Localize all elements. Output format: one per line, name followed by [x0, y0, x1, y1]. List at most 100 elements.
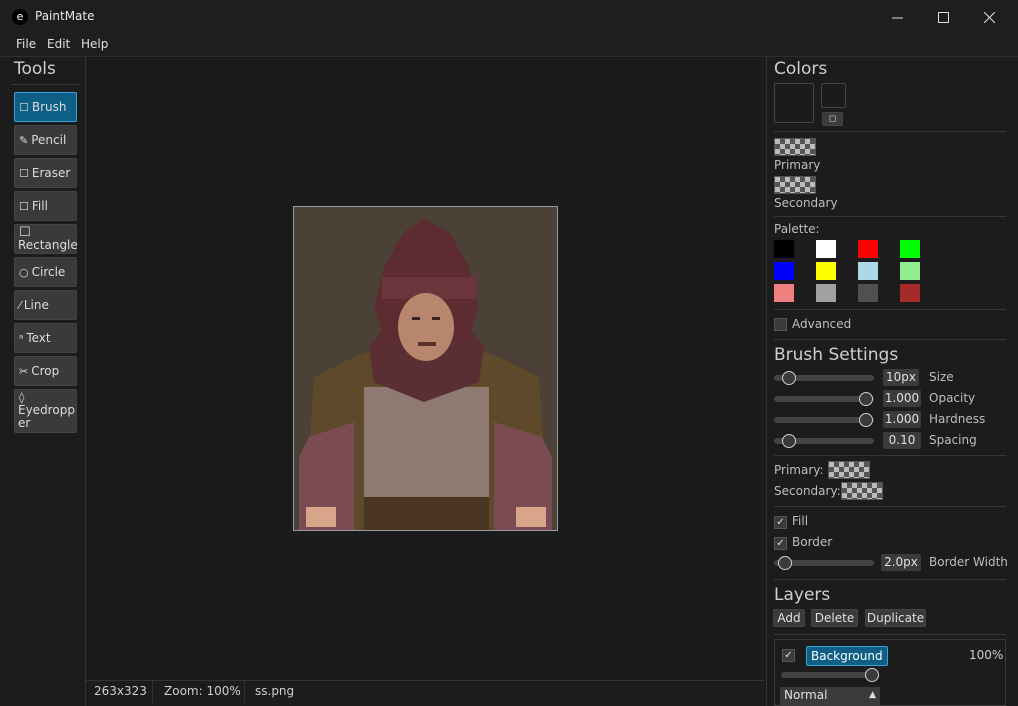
palette-swatch[interactable]: [774, 240, 794, 258]
border-width-value[interactable]: 2.0px: [881, 554, 921, 571]
delete-layer-button[interactable]: Delete: [811, 609, 858, 627]
add-layer-button[interactable]: Add: [773, 609, 805, 627]
layers-title: Layers: [774, 585, 831, 605]
opacity-slider-handle[interactable]: [859, 392, 873, 406]
tools-panel: Tools ☐ Brush ✎ Pencil ☐ Eraser ☐ Fill ☐ Rec…: [8, 57, 86, 706]
divider: [774, 216, 1006, 217]
palette-swatch[interactable]: [774, 284, 794, 302]
close-icon: [983, 11, 995, 23]
secondary-color-swatch[interactable]: [774, 176, 816, 194]
status-bar: 263x323 Zoom: 100% ss.png: [86, 680, 765, 703]
circle-icon: ○: [19, 266, 29, 279]
checkmark-icon: ✓: [784, 650, 793, 661]
scissors-icon: ✂: [19, 365, 29, 378]
palette-swatch[interactable]: [900, 262, 920, 280]
tool-rectangle-button[interactable]: ☐ Rectangle: [14, 224, 78, 254]
menu-bar: File Edit Help: [0, 34, 1018, 57]
palette-swatch[interactable]: [774, 262, 794, 280]
menu-file[interactable]: File: [16, 37, 36, 51]
blend-mode-select[interactable]: Normal ▲: [780, 687, 880, 705]
advanced-checkbox[interactable]: [774, 318, 787, 331]
tool-eraser-button[interactable]: ☐ Eraser: [14, 158, 77, 188]
spacing-slider-handle[interactable]: [782, 434, 796, 448]
divider: [152, 681, 153, 703]
colors-title: Colors: [774, 59, 828, 79]
layer-opacity-slider[interactable]: [781, 672, 875, 678]
secondary-color-preview[interactable]: [821, 83, 846, 108]
tool-pencil-button[interactable]: ✎ Pencil: [14, 125, 77, 155]
title-bar: e PaintMate: [0, 0, 1018, 34]
divider: [244, 681, 245, 703]
layer-name[interactable]: Background: [806, 646, 888, 666]
menu-help[interactable]: Help: [81, 37, 108, 51]
window-title: PaintMate: [35, 9, 95, 23]
checkmark-icon: ✓: [776, 517, 785, 528]
palette-swatch[interactable]: [816, 284, 836, 302]
status-filename: ss.png: [255, 684, 295, 698]
tool-line-button[interactable]: ⁄ Line: [14, 290, 77, 320]
tool-text-button[interactable]: ᵃ Text: [14, 323, 77, 353]
fill-checkbox[interactable]: ✓: [774, 516, 787, 529]
palette-label: Palette:: [774, 222, 820, 236]
hardness-value[interactable]: 1.000: [883, 411, 921, 428]
divider: [774, 309, 1006, 310]
divider: [12, 84, 80, 85]
divider: [774, 339, 1006, 340]
swap-colors-button[interactable]: ◻: [822, 112, 843, 126]
canvas-area[interactable]: [86, 57, 765, 680]
minimize-button[interactable]: [874, 0, 920, 34]
chevron-up-icon: ▲: [869, 690, 876, 700]
divider: [774, 579, 1006, 580]
brush-settings-title: Brush Settings: [774, 345, 899, 365]
palette-swatch[interactable]: [858, 240, 878, 258]
opacity-label: Opacity: [929, 391, 976, 405]
divider: [774, 634, 1006, 635]
spacing-value[interactable]: 0.10: [883, 432, 921, 449]
right-panel: Colors ◻ Primary Secondary Palette: Adva…: [766, 57, 1018, 706]
border-width-slider-handle[interactable]: [778, 556, 792, 570]
close-button[interactable]: [966, 0, 1012, 34]
size-value[interactable]: 10px: [883, 369, 919, 386]
divider: [774, 455, 1006, 456]
brush-primary-swatch[interactable]: [828, 461, 870, 479]
palette-swatch[interactable]: [900, 284, 920, 302]
divider: [774, 506, 1006, 507]
border-label: Border: [792, 535, 833, 549]
maximize-button[interactable]: [920, 0, 966, 34]
character-portrait-image: [294, 207, 557, 530]
layer-list: ✓ Background 100% Normal ▲: [774, 639, 1006, 706]
tool-eyedropper-button[interactable]: ◊ Eyedropper: [14, 389, 77, 433]
square-icon: ☐: [19, 101, 29, 114]
spacing-label: Spacing: [929, 433, 977, 447]
layer-visibility-checkbox[interactable]: ✓: [782, 649, 795, 662]
brush-primary-label: Primary:: [774, 463, 824, 477]
hardness-slider-handle[interactable]: [859, 413, 873, 427]
tool-crop-button[interactable]: ✂ Crop: [14, 356, 77, 386]
palette-swatch[interactable]: [858, 284, 878, 302]
minimize-icon: [891, 17, 903, 18]
palette-swatch[interactable]: [858, 262, 878, 280]
brush-secondary-label: Secondary:: [774, 484, 841, 498]
primary-color-swatch[interactable]: [774, 138, 816, 156]
text-icon: ᵃ: [19, 332, 24, 345]
palette-swatch[interactable]: [816, 262, 836, 280]
secondary-label: Secondary: [774, 196, 838, 210]
size-slider-handle[interactable]: [782, 371, 796, 385]
border-width-label: Border Width: [929, 555, 1008, 569]
line-icon: ⁄: [19, 299, 21, 312]
opacity-value[interactable]: 1.000: [883, 390, 921, 407]
palette-swatch[interactable]: [900, 240, 920, 258]
layer-opacity-slider-handle[interactable]: [865, 668, 879, 682]
layer-opacity-value: 100%: [969, 648, 1004, 662]
brush-secondary-swatch[interactable]: [841, 482, 883, 500]
tool-fill-button[interactable]: ☐ Fill: [14, 191, 77, 221]
canvas-image[interactable]: [293, 206, 558, 531]
duplicate-layer-button[interactable]: Duplicate: [865, 609, 926, 627]
border-checkbox[interactable]: ✓: [774, 537, 787, 550]
maximize-icon: [937, 11, 949, 23]
tool-circle-button[interactable]: ○ Circle: [14, 257, 77, 287]
tool-brush-button[interactable]: ☐ Brush: [14, 92, 77, 122]
menu-edit[interactable]: Edit: [47, 37, 70, 51]
primary-color-preview[interactable]: [774, 83, 814, 123]
palette-swatch[interactable]: [816, 240, 836, 258]
